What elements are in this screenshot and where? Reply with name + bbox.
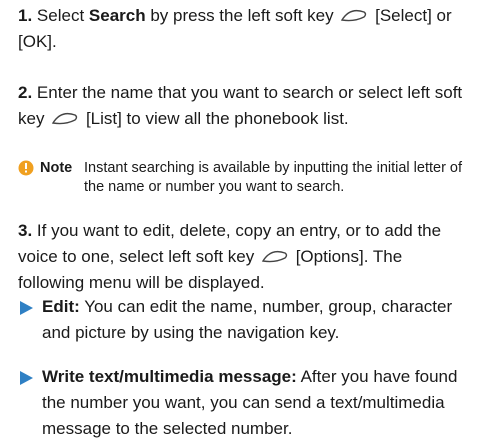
bullet-title: Edit: [42, 297, 80, 316]
left-soft-key-icon [340, 9, 368, 23]
step-number: 2. [18, 83, 33, 102]
menu-term: Search [88, 6, 146, 25]
bullet-text: You can edit the name, number, group, ch… [42, 297, 453, 342]
step-number: 1. [18, 6, 33, 25]
step-text: by press the left soft key [145, 6, 334, 25]
triangle-arrow-icon [18, 370, 34, 386]
triangle-arrow-icon [18, 300, 34, 316]
step-text: Select [36, 6, 89, 25]
step-3: 3. If you want to edit, delete, copy an … [18, 218, 473, 296]
left-soft-key-icon [51, 112, 79, 126]
note-info-icon [18, 160, 34, 176]
bullet-edit: Edit: You can edit the name, number, gro… [42, 294, 474, 346]
bullet-write-message: Write text/multimedia message: After you… [42, 364, 474, 442]
step-1: 1. Select Search by press the left soft … [18, 3, 473, 55]
note-text: Instant searching is available by inputt… [84, 160, 463, 195]
bullet-title: Write text/multimedia message: [42, 367, 297, 386]
step-text: [List] to view all the phonebook list. [85, 109, 349, 128]
step-2: 2. Enter the name that you want to searc… [18, 80, 473, 132]
step-number: 3. [18, 221, 33, 240]
note-label: Note [40, 160, 73, 176]
left-soft-key-icon [261, 250, 289, 264]
manual-page: 1. Select Search by press the left soft … [0, 0, 477, 438]
